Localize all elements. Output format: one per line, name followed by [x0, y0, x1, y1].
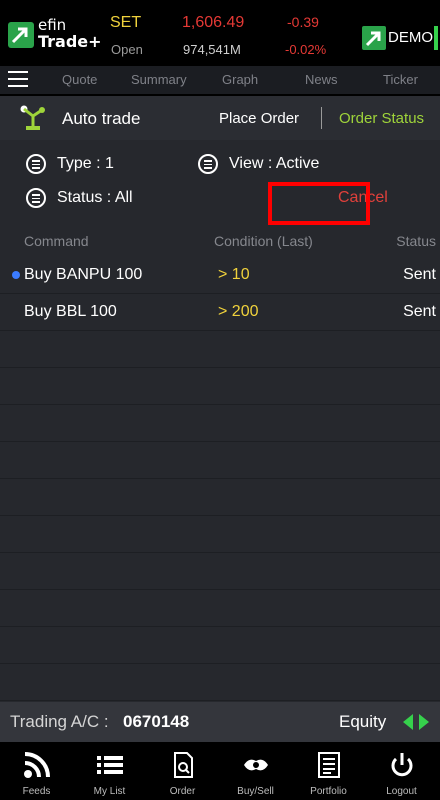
account-type[interactable]: Equity [339, 712, 386, 732]
market-name: SET [110, 14, 142, 31]
auto-trade-header: Auto trade Place Order Order Status [0, 96, 440, 140]
demo-indicator [434, 26, 438, 50]
row-condition: > 200 [218, 303, 259, 320]
table-row[interactable]: Buy BANPU 100 > 10 Sent [0, 256, 440, 294]
tab-order[interactable]: Order [146, 742, 219, 800]
row-status: Sent [403, 303, 436, 320]
column-status: Status [396, 233, 436, 249]
highlight-box [268, 182, 370, 225]
tab-summary[interactable]: Summary [131, 72, 187, 87]
market-state: Open [111, 42, 143, 57]
account-bar: Trading A/C : 0670148 Equity [0, 702, 440, 742]
tab-divider [321, 107, 322, 129]
filter-panel: Type : 1 View : Active Status : All Canc… [0, 140, 440, 226]
tab-order-label: Order [169, 786, 196, 797]
app-logo: efin Trade+ [8, 12, 104, 52]
row-command: Buy BANPU 100 [24, 266, 143, 283]
app-header: efin Trade+ SET Open 1,606.49 974,541M -… [0, 0, 440, 62]
table-row-empty [0, 589, 440, 627]
list-icon [97, 756, 123, 774]
handshake-icon [244, 759, 268, 771]
table-row-empty [0, 330, 440, 368]
selected-dot-icon [12, 271, 20, 279]
rss-feed-icon [24, 752, 50, 778]
demo-arrow-icon [362, 26, 386, 50]
status-list-icon[interactable] [26, 188, 46, 208]
table-row-empty [0, 404, 440, 442]
newspaper-icon [318, 752, 340, 778]
market-index: 1,606.49 [182, 14, 245, 31]
table-row-empty [0, 515, 440, 553]
account-number[interactable]: 0670148 [123, 712, 189, 732]
logo-text-trade: Trade+ [38, 32, 102, 51]
type-filter[interactable]: Type : 1 [57, 155, 114, 173]
table-row-empty [0, 478, 440, 516]
row-status: Sent [403, 266, 436, 283]
table-row-empty [0, 441, 440, 479]
account-label: Trading A/C : [10, 712, 109, 731]
tab-portfolio[interactable]: Portfolio [292, 742, 365, 800]
nav-bar: Quote Summary Graph News Ticker [0, 66, 440, 94]
row-command: Buy BBL 100 [24, 303, 117, 320]
power-icon [391, 753, 413, 777]
tab-graph[interactable]: Graph [222, 72, 258, 87]
table-row[interactable]: Buy BBL 100 > 200 Sent [0, 293, 440, 331]
tab-logout-label: Logout [386, 786, 417, 797]
type-list-icon[interactable] [26, 154, 46, 174]
tab-ticker[interactable]: Ticker [383, 72, 418, 87]
tab-news[interactable]: News [305, 72, 338, 87]
table-row-empty [0, 552, 440, 590]
market-change-pct: -0.02% [285, 42, 327, 57]
tab-buy-sell-label: Buy/Sell [237, 786, 274, 797]
tab-my-list-label: My List [93, 786, 126, 797]
view-filter[interactable]: View : Active [229, 155, 319, 173]
column-command: Command [24, 233, 89, 249]
row-condition: > 10 [218, 266, 250, 283]
tab-my-list[interactable]: My List [73, 742, 146, 800]
table-row-empty [0, 626, 440, 664]
hamburger-menu-icon[interactable] [8, 71, 28, 87]
status-filter[interactable]: Status : All [57, 189, 133, 207]
market-volume: 974,541M [183, 42, 241, 57]
tab-feeds[interactable]: Feeds [0, 742, 73, 800]
table-header: Command Condition (Last) Status [0, 226, 440, 256]
view-list-icon[interactable] [198, 154, 218, 174]
document-search-icon [174, 752, 193, 778]
tab-quote[interactable]: Quote [62, 72, 97, 87]
order-table: Buy BANPU 100 > 10 Sent Buy BBL 100 > 20… [0, 256, 440, 702]
market-change: -0.39 [287, 14, 319, 30]
logo-arrow-icon [8, 22, 34, 48]
place-order-tab[interactable]: Place Order [219, 110, 299, 127]
switch-arrows-icon[interactable] [403, 714, 429, 730]
robot-arm-icon [18, 102, 48, 132]
column-condition: Condition (Last) [214, 233, 313, 249]
tab-portfolio-label: Portfolio [310, 786, 347, 797]
table-row-empty [0, 367, 440, 405]
page-title: Auto trade [62, 109, 141, 128]
table-row-empty [0, 663, 440, 701]
bottom-tab-bar: Feeds My List Order Buy/Sell Portfolio L… [0, 742, 440, 800]
tab-feeds-label: Feeds [22, 786, 51, 797]
tab-logout[interactable]: Logout [365, 742, 438, 800]
tab-buy-sell[interactable]: Buy/Sell [219, 742, 292, 800]
order-status-tab[interactable]: Order Status [339, 110, 424, 127]
demo-label: DEMO [388, 29, 433, 46]
